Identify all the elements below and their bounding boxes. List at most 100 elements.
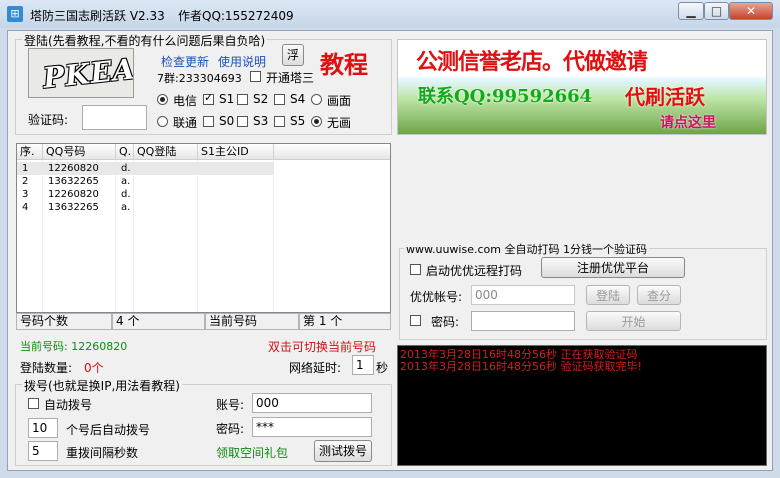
uu-start-button[interactable]: 开始: [586, 311, 681, 331]
uu-account-label: 优优帐号:: [410, 290, 463, 304]
dial-account-input[interactable]: 000: [252, 393, 372, 413]
row-index: 2: [22, 176, 29, 187]
title-bar[interactable]: ⊞ 塔防三国志刷活跃 V2.33 作者QQ:155272409 ▁ □ ✕: [0, 0, 780, 28]
row-index: 4: [22, 202, 29, 213]
table-row[interactable]: 2 13632265 a.: [17, 175, 274, 188]
column-header-q[interactable]: Q.: [116, 144, 134, 160]
unicom-radio[interactable]: [157, 116, 168, 127]
s5-label: S5: [290, 114, 306, 128]
uu-account-input[interactable]: 000: [471, 285, 575, 305]
enable-remote-checkbox[interactable]: [410, 264, 421, 275]
dial-password-input[interactable]: ***: [252, 417, 372, 437]
network-delay-input[interactable]: 1: [352, 355, 374, 375]
dial-password-label: 密码:: [216, 422, 245, 436]
s1-checkbox[interactable]: [203, 91, 214, 105]
column-header-s1-id[interactable]: S1主公ID: [198, 144, 274, 160]
s3-checkbox[interactable]: [237, 116, 248, 127]
captcha-input[interactable]: [82, 105, 147, 130]
register-platform-button[interactable]: 注册优优平台: [541, 257, 685, 278]
usage-link[interactable]: 使用说明: [218, 53, 266, 70]
status-count-value: 4 个: [112, 313, 205, 330]
telecom-label: 电信: [173, 94, 198, 108]
s4-checkbox[interactable]: [274, 94, 285, 105]
open-tower3-label: 开通塔三: [266, 71, 315, 85]
banner-click: 请点这里: [660, 115, 716, 131]
auto-dial-label: 自动拨号: [44, 398, 93, 412]
open-tower3-checkbox[interactable]: [250, 71, 261, 82]
minimize-button[interactable]: ▁: [678, 2, 704, 20]
uu-login-button[interactable]: 登陆: [586, 285, 630, 305]
row-qq: 13632265: [48, 202, 99, 213]
dial-count-suffix: 个号后自动拨号: [66, 423, 151, 437]
dial-interval-input[interactable]: 5: [28, 441, 58, 461]
tutorial-label[interactable]: 教程: [320, 45, 368, 80]
space-gift-link[interactable]: 领取空间礼包: [216, 444, 288, 461]
unicom-label: 联通: [173, 116, 198, 130]
s0-label: S0: [219, 114, 235, 128]
maximize-button[interactable]: □: [704, 2, 729, 20]
app-icon: ⊞: [7, 6, 23, 22]
no-image-label: 无画: [327, 116, 352, 130]
dial-interval-suffix: 重拨间隔秒数: [66, 446, 139, 460]
table-row[interactable]: 4 13632265 a.: [17, 201, 274, 214]
auto-dial-checkbox[interactable]: [28, 398, 39, 409]
column-header-index[interactable]: 序.: [17, 144, 43, 160]
column-header-qq-login[interactable]: QQ登陆: [134, 144, 198, 160]
row-qq: 13632265: [48, 176, 99, 187]
check-update-link[interactable]: 检查更新: [161, 53, 209, 70]
uu-password-input[interactable]: [471, 311, 575, 331]
test-dial-button[interactable]: 测试拨号: [314, 440, 372, 462]
login-count-value: 0个: [84, 361, 104, 375]
telecom-radio[interactable]: [157, 94, 168, 105]
s3-label: S3: [253, 114, 269, 128]
login-count-label: 登陆数量:: [20, 361, 73, 375]
network-delay-label: 网络延时:: [289, 361, 342, 375]
s5-checkbox[interactable]: [274, 116, 285, 127]
group-qq-label: 7群:233304693: [157, 72, 242, 85]
with-image-radio[interactable]: [311, 94, 322, 105]
with-image-label: 画面: [327, 94, 352, 108]
row-qq: 12260820: [48, 163, 99, 174]
uu-password-label: 密码:: [431, 315, 460, 329]
no-image-radio[interactable]: [311, 116, 322, 127]
switch-number-hint: 双击可切换当前号码: [268, 340, 377, 354]
float-button[interactable]: 浮: [282, 44, 304, 66]
window-author: 作者QQ:155272409: [178, 9, 294, 23]
dial-count-input[interactable]: 10: [28, 418, 58, 438]
dial-account-label: 账号:: [216, 398, 245, 412]
captcha-image[interactable]: PKEA: [28, 48, 134, 98]
row-index: 3: [22, 189, 29, 200]
log-output[interactable]: 2013年3月28日16时48分56秒 正在获取验证码 2013年3月28日16…: [397, 345, 767, 466]
banner-service: 代刷活跃: [625, 85, 705, 109]
s2-label: S2: [253, 92, 269, 106]
row-q: a.: [121, 176, 131, 187]
s4-label: S4: [290, 92, 306, 106]
dial-group-title: 拨号(也就是换IP,用法看教程): [22, 377, 182, 394]
uu-password-checkbox[interactable]: [410, 315, 421, 326]
column-header-qq[interactable]: QQ号码: [43, 144, 116, 160]
s0-checkbox[interactable]: [203, 116, 214, 127]
enable-remote-label: 启动优优远程打码: [426, 264, 523, 278]
status-count-label: 号码个数: [16, 313, 112, 330]
banner-headline: 公测信誉老店。代做邀请: [416, 49, 648, 75]
status-current-value: 第 1 个: [299, 313, 391, 330]
column-header-filler: [274, 144, 390, 160]
s2-checkbox[interactable]: [237, 94, 248, 105]
s1-label: S1: [219, 92, 235, 106]
login-group-title: 登陆(先看教程,不看的有什么问题后果自负哈): [22, 32, 268, 49]
log-line: 2013年3月28日16时48分56秒 验证码获取完毕!: [400, 360, 642, 373]
captcha-label: 验证码:: [28, 113, 69, 127]
table-row[interactable]: 3 12260820 d.: [17, 188, 274, 201]
table-row[interactable]: 1 12260820 d.: [17, 162, 274, 175]
banner-contact: 联系QQ:99592664: [418, 86, 593, 107]
row-q: d.: [121, 189, 131, 200]
captcha-text: PKEA: [41, 52, 134, 95]
row-q: d.: [121, 163, 131, 174]
captcha-service-title: www.uuwise.com 全自动打码 1分钱一个验证码: [404, 241, 649, 257]
window-title: 塔防三国志刷活跃 V2.33: [30, 9, 165, 23]
close-button[interactable]: ✕: [729, 2, 773, 20]
account-list[interactable]: 序. QQ号码 Q. QQ登陆 S1主公ID 1 12260820 d. 2 1…: [16, 143, 391, 313]
uu-query-button[interactable]: 查分: [637, 285, 681, 305]
ad-banner[interactable]: 公测信誉老店。代做邀请 联系QQ:99592664 代刷活跃 请点这里: [397, 39, 767, 135]
row-index: 1: [22, 163, 29, 174]
